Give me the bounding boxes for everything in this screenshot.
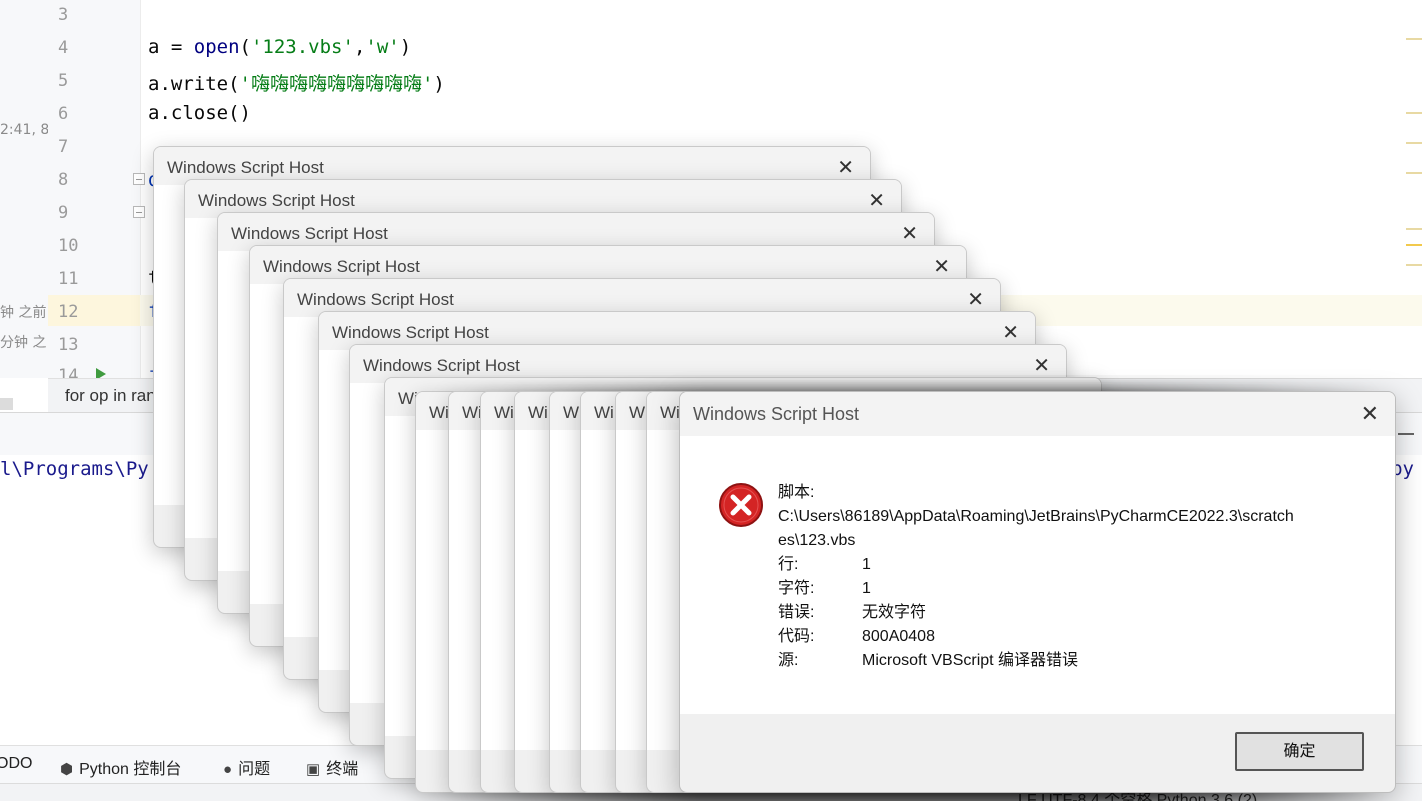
line-number: 10 <box>58 236 79 256</box>
tool-window-terminal[interactable]: ▣ 终端 <box>306 755 358 779</box>
editor-marker-strip[interactable] <box>1406 0 1422 378</box>
problems-icon: ● <box>223 761 233 778</box>
line-number: 9 <box>58 203 69 223</box>
line-number: 7 <box>58 137 69 157</box>
tool-window-todo[interactable]: ODO <box>0 755 32 773</box>
line-number: 6 <box>58 104 69 124</box>
line-number: 11 <box>58 269 79 289</box>
vcs-annotation: 2:41, 8 <box>0 122 50 138</box>
error-icon <box>719 483 763 527</box>
vcs-annotation: 钟 之前 <box>0 305 47 321</box>
line-number: 8 <box>58 170 69 190</box>
code-line-6[interactable]: a.close() <box>148 102 251 124</box>
dialog-title: Windows Script Host <box>693 404 860 424</box>
horizontal-scrollbar[interactable] <box>0 398 13 410</box>
line-number: 4 <box>58 38 69 58</box>
close-icon[interactable]: ✕ <box>967 287 984 311</box>
line-number: 5 <box>58 71 69 91</box>
error-details: 脚本: C:\Users\86189\AppData\Roaming\JetBr… <box>778 481 1294 673</box>
close-icon[interactable]: ✕ <box>933 254 950 278</box>
ok-button[interactable]: 确定 <box>1235 732 1364 771</box>
close-icon[interactable]: ✕ <box>1033 353 1050 377</box>
python-icon: ⬢ <box>60 761 74 778</box>
line-number: 3 <box>58 5 69 25</box>
vcs-annotation: 分钟 之 <box>0 335 47 351</box>
minimize-icon[interactable] <box>1398 433 1414 435</box>
close-icon[interactable]: ✕ <box>1002 320 1019 344</box>
close-icon[interactable]: ✕ <box>868 188 885 212</box>
script-path: C:\Users\86189\AppData\Roaming\JetBrains… <box>778 508 1294 525</box>
code-line-4[interactable]: a = open('123.vbs','w') <box>148 36 411 58</box>
script-error-dialog[interactable]: Windows Script Host ✕ 脚本: C:\Users\86189… <box>679 391 1396 793</box>
detail-row-code: 代码: 800A0408 <box>778 628 935 645</box>
fold-icon[interactable] <box>133 206 145 218</box>
close-icon[interactable]: ✕ <box>837 155 854 179</box>
code-line-5[interactable]: a.write('嗨嗨嗨嗨嗨嗨嗨嗨嗨') <box>148 69 445 96</box>
close-icon[interactable]: ✕ <box>1361 402 1379 427</box>
terminal-icon: ▣ <box>306 761 321 778</box>
detail-row-line: 行: 1 <box>778 556 871 573</box>
script-label: 脚本: <box>778 484 815 501</box>
detail-row-char: 字符: 1 <box>778 580 871 597</box>
detail-row-source: 源: Microsoft VBScript 编译器错误 <box>778 652 1079 669</box>
line-number: 12 <box>58 302 79 322</box>
tool-window-python-console[interactable]: ⬢ Python 控制台 <box>60 755 181 779</box>
tool-window-problems[interactable]: ● 问题 <box>223 755 270 779</box>
console-output: l\Programs\Py <box>0 458 149 480</box>
close-icon[interactable]: ✕ <box>901 221 918 245</box>
detail-row-error: 错误: 无效字符 <box>778 604 927 621</box>
line-number: 13 <box>58 335 79 355</box>
script-path-cont: es\123.vbs <box>778 532 856 549</box>
fold-icon[interactable] <box>133 173 145 185</box>
